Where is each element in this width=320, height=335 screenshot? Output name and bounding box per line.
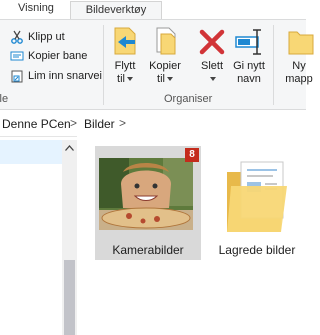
folder-label: Lagrede bilder (218, 243, 296, 257)
nav-selected-item[interactable] (0, 140, 62, 164)
ribbon-separator (273, 25, 274, 105)
delete-label: Slett (200, 60, 223, 72)
ribbon: Klipp ut Kopier bane Lim inn snarvei yle… (0, 19, 314, 110)
tab-bildeverktoy[interactable]: Bildeverktøy (70, 1, 162, 21)
scissors-icon (10, 30, 24, 44)
folder-icon (221, 156, 293, 236)
move-to-label2: til (106, 73, 144, 86)
new-folder-label2: mapp (285, 73, 313, 85)
tab-visning[interactable]: Visning (8, 0, 64, 20)
breadcrumb-separator[interactable]: > (119, 116, 126, 130)
delete-icon (196, 24, 228, 58)
ribbon-tabs: Visning Bildeverktøy (0, 0, 306, 21)
address-bar[interactable]: Denne PCen > Bilder > (0, 112, 306, 137)
move-to-icon (109, 24, 141, 58)
delete-caret (193, 73, 231, 86)
copy-to-icon (149, 24, 181, 58)
breadcrumb-pictures[interactable]: Bilder (84, 117, 115, 131)
move-to-label1: Flytt (114, 60, 136, 72)
copy-path-icon (10, 49, 24, 63)
copy-to-label1: Kopier (149, 60, 181, 72)
folder-label: Kamerabilder (112, 243, 184, 257)
folder-kamerabilder[interactable]: 8 Kamerabilder (95, 146, 201, 260)
cut-label: Klipp ut (28, 31, 65, 43)
cut-button[interactable]: Klipp ut (10, 28, 65, 46)
paste-shortcut-button[interactable]: Lim inn snarvei (10, 67, 102, 85)
move-to-button[interactable]: Flytt til (106, 24, 144, 86)
copy-path-label: Kopier bane (28, 50, 88, 62)
folder-lagrede-bilder[interactable]: Lagrede bilder (211, 146, 303, 260)
scroll-up-icon[interactable] (62, 140, 77, 156)
copy-to-label2: til (146, 73, 184, 86)
clipboard-group-label: yle (0, 93, 9, 105)
rename-icon (233, 24, 265, 58)
copy-path-button[interactable]: Kopier bane (10, 47, 87, 65)
scrollbar-thumb[interactable] (64, 260, 75, 335)
file-list: 8 Kamerabilder Lagrede bilder (77, 136, 306, 335)
navigation-pane[interactable] (0, 140, 62, 335)
paste-shortcut-label: Lim inn snarvei (28, 70, 102, 82)
rename-label2: navn (237, 73, 261, 85)
new-folder-button[interactable]: Ny mapp (280, 24, 318, 86)
paste-shortcut-icon (10, 69, 24, 83)
notification-badge: 8 (185, 148, 199, 162)
rename-button[interactable]: Gi nytt navn (228, 24, 270, 86)
delete-button[interactable]: Slett (193, 24, 231, 86)
nav-scrollbar[interactable] (62, 140, 77, 335)
ribbon-separator (103, 25, 104, 105)
rename-label1: Gi nytt (233, 60, 265, 72)
breadcrumb-separator[interactable]: > (70, 116, 77, 130)
copy-to-button[interactable]: Kopier til (146, 24, 184, 86)
new-folder-icon (283, 24, 315, 58)
new-folder-label1: Ny (292, 60, 306, 72)
breadcrumb-this-pc[interactable]: Denne PCen (2, 117, 71, 131)
organize-group-label: Organiser (164, 93, 213, 105)
folder-thumbnail (99, 158, 193, 230)
